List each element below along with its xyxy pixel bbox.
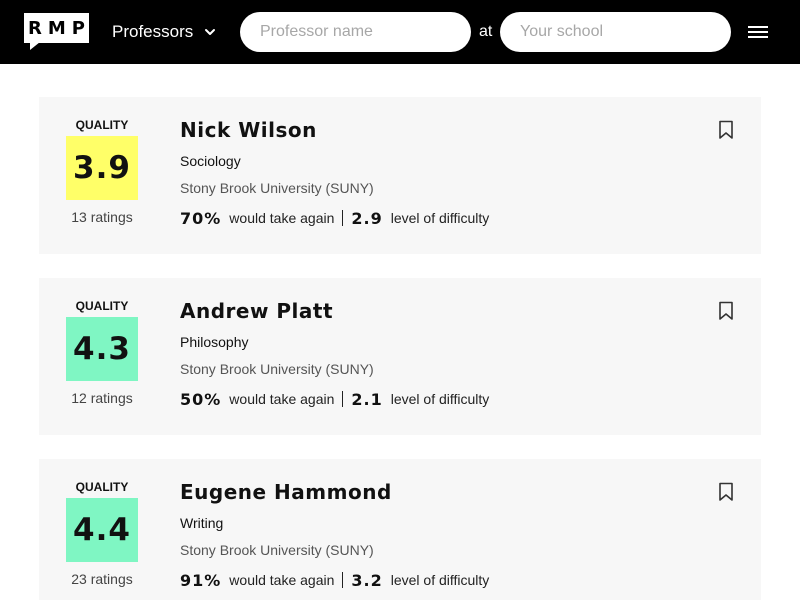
school-name: Stony Brook University (SUNY) [180,361,374,377]
professor-name-link[interactable]: Nick Wilson [180,118,317,142]
professor-name-input[interactable] [240,12,471,52]
would-take-again-label: would take again [229,572,335,588]
would-take-again-label: would take again [229,391,335,407]
department: Philosophy [180,334,249,350]
bookmark-icon[interactable] [718,301,734,321]
would-take-again-label: would take again [229,210,335,226]
bookmark-icon[interactable] [718,482,734,502]
department: Writing [180,515,224,531]
search-type-dropdown[interactable]: Professors [112,20,217,44]
professor-card[interactable]: QUALITY 3.9 13 ratings Nick Wilson Socio… [39,97,761,254]
professor-name-link[interactable]: Andrew Platt [180,299,333,323]
difficulty-label: level of difficulty [390,210,490,226]
school-name: Stony Brook University (SUNY) [180,180,374,196]
department: Sociology [180,153,241,169]
ratings-count: 12 ratings [71,390,133,406]
stats-divider [342,391,344,407]
at-label: at [479,23,493,40]
difficulty-value: 2.9 [351,208,383,228]
logo-text: RMP [28,17,91,39]
would-take-again-value: 50% [180,389,222,409]
professor-card[interactable]: QUALITY 4.4 23 ratings Eugene Hammond Wr… [39,459,761,600]
professor-card[interactable]: QUALITY 4.3 12 ratings Andrew Platt Phil… [39,278,761,435]
would-take-again-value: 70% [180,208,222,228]
stats-divider [342,210,344,226]
quality-label: QUALITY [75,480,129,494]
top-nav-bar: RMP Professors at [0,0,800,64]
bookmark-icon[interactable] [718,120,734,140]
quality-score-badge: 4.4 [66,498,138,562]
search-type-label: Professors [112,22,194,41]
professor-stats: 70% would take again 2.9 level of diffic… [180,207,489,229]
ratings-count: 13 ratings [71,209,133,225]
logo-tail [30,42,40,50]
difficulty-value: 2.1 [351,389,383,409]
quality-score-badge: 3.9 [66,136,138,200]
logo-box: RMP [24,13,89,43]
would-take-again-value: 91% [180,570,222,590]
stats-divider [342,572,344,588]
school-name: Stony Brook University (SUNY) [180,542,374,558]
professor-name-link[interactable]: Eugene Hammond [180,480,392,504]
professor-stats: 91% would take again 3.2 level of diffic… [180,569,489,591]
quality-label: QUALITY [75,299,129,313]
quality-label: QUALITY [75,118,129,132]
quality-score-badge: 4.3 [66,317,138,381]
ratings-count: 23 ratings [71,571,133,587]
difficulty-label: level of difficulty [390,572,490,588]
difficulty-value: 3.2 [351,570,383,590]
professor-stats: 50% would take again 2.1 level of diffic… [180,388,489,410]
chevron-down-icon [205,29,216,35]
rmp-logo[interactable]: RMP [24,13,89,50]
school-input[interactable] [500,12,731,52]
difficulty-label: level of difficulty [390,391,490,407]
hamburger-menu-icon[interactable] [747,23,769,41]
